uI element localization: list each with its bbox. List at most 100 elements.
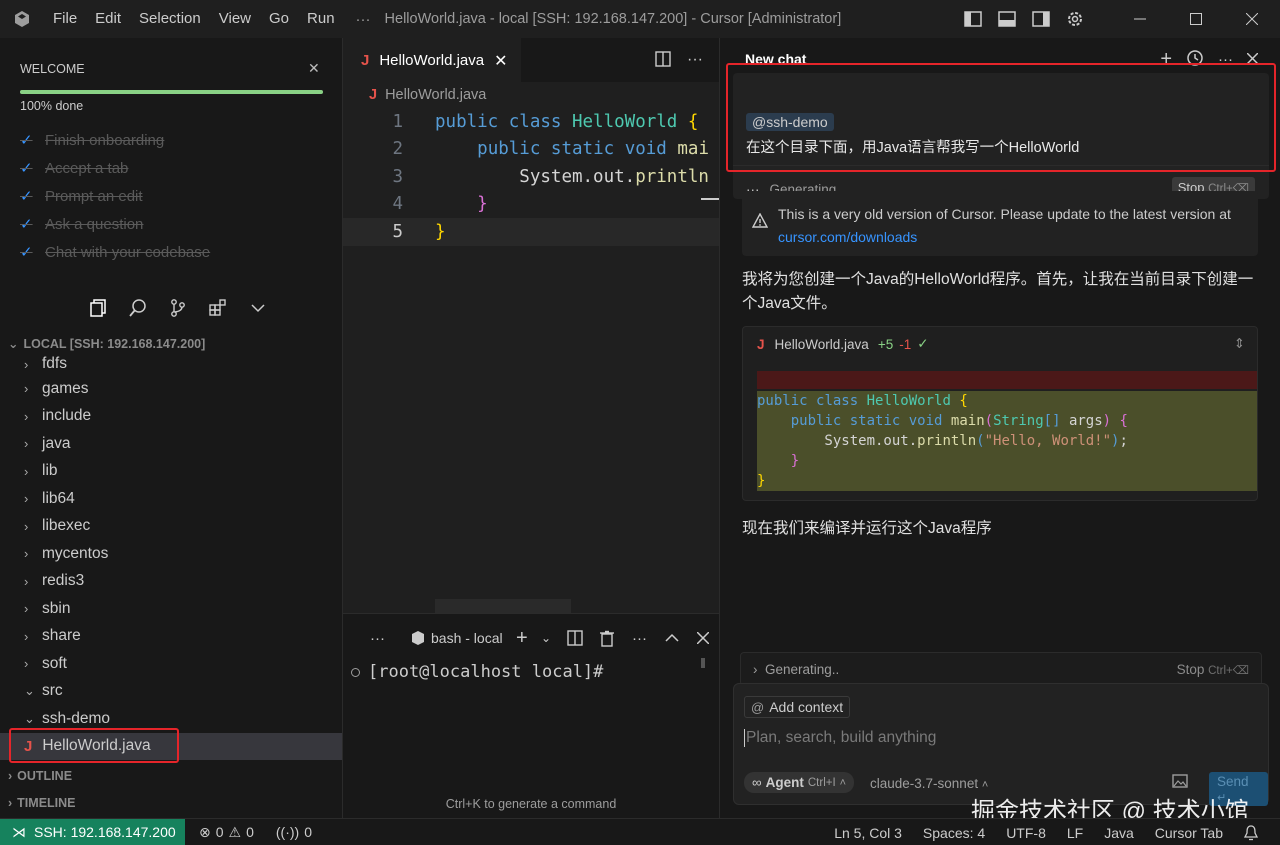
image-upload-icon[interactable] [1172, 774, 1188, 791]
diff-line: public class HelloWorld { [757, 391, 1257, 411]
breadcrumb[interactable]: J HelloWorld.java [343, 82, 719, 108]
chevron-right-icon: › [24, 573, 29, 589]
code-line[interactable]: 3 System.out.println [343, 163, 719, 191]
line-ending[interactable]: LF [1067, 825, 1083, 841]
tab-helloworld-java[interactable]: J HelloWorld.java ✕ [343, 38, 521, 82]
terminal-more-actions-icon[interactable]: ··· [632, 614, 647, 662]
indentation[interactable]: Spaces: 4 [923, 825, 985, 841]
menu-go[interactable]: Go [260, 0, 298, 38]
assistant-response: 我将为您创建一个Java的HelloWorld程序。首先，让我在当前目录下创建一… [742, 271, 1254, 312]
close-panel-icon[interactable] [697, 614, 709, 662]
welcome-step[interactable]: ✓ Chat with your codebase [20, 238, 210, 266]
split-editor-icon[interactable] [655, 50, 671, 70]
source-control-icon[interactable] [158, 290, 198, 326]
close-tab-icon[interactable]: ✕ [494, 51, 507, 71]
menu-more-button[interactable]: ··· [356, 11, 371, 28]
cursor-position[interactable]: Ln 5, Col 3 [834, 825, 902, 841]
welcome-step[interactable]: ✓ Finish onboarding [20, 126, 210, 154]
code-line[interactable]: 4 } [343, 191, 719, 219]
menu-view[interactable]: View [210, 0, 260, 38]
agent-mode-selector[interactable]: ∞ Agent Ctrl+I ˄ [744, 772, 855, 793]
toggle-panel-icon[interactable] [990, 0, 1024, 38]
welcome-close-icon[interactable]: ✕ [308, 60, 320, 77]
code-editor[interactable]: 1 public class HelloWorld {2 public stati… [343, 108, 719, 246]
folder-fdfs[interactable]: › fdfs [0, 353, 342, 375]
terminal-output[interactable]: [root@localhost local]# [351, 662, 603, 682]
encoding[interactable]: UTF-8 [1006, 825, 1046, 841]
expand-collapse-icon[interactable]: ⇕ [1234, 336, 1245, 352]
menu-file[interactable]: File [44, 0, 86, 38]
maximize-button[interactable] [1168, 0, 1224, 38]
problems-indicator[interactable]: ⊗ 0 ⚠ 0 [199, 824, 254, 841]
update-warning: This is a very old version of Cursor. Pl… [742, 191, 1258, 256]
toggle-sidebar-icon[interactable] [956, 0, 990, 38]
timeline-section-header[interactable]: › TIMELINE [8, 796, 76, 810]
menu-edit[interactable]: Edit [86, 0, 130, 38]
folder-java[interactable]: › java [0, 430, 342, 458]
terminal-scrollbar[interactable] [701, 658, 705, 668]
folder-sbin[interactable]: › sbin [0, 595, 342, 623]
diff-line: } [757, 451, 1257, 471]
folder-mycentos[interactable]: › mycentos [0, 540, 342, 568]
trash-icon[interactable] [599, 614, 615, 662]
model-selector[interactable]: claude-3.7-sonnet ˄ [870, 776, 988, 791]
diff-header[interactable]: J HelloWorld.java +5 -1 ✓ ⇕ [743, 327, 1257, 361]
chevron-down-icon[interactable]: ⌄ [541, 614, 551, 662]
folder-share[interactable]: › share [0, 623, 342, 651]
gear-icon[interactable] [1058, 0, 1092, 38]
horizontal-scrollbar[interactable] [435, 599, 571, 613]
menu-selection[interactable]: Selection [130, 0, 210, 38]
add-context-button[interactable]: @ Add context [744, 696, 851, 718]
diff-line: System.out.println("Hello, World!"); [757, 431, 1257, 451]
bell-icon[interactable] [1244, 824, 1258, 841]
menu-bar: File Edit Selection View Go Run [44, 0, 344, 38]
more-actions-icon[interactable]: ··· [687, 51, 703, 69]
cursor-tab-status[interactable]: Cursor Tab [1155, 825, 1223, 841]
remote-indicator[interactable]: ⋊ SSH: 192.168.147.200 [0, 818, 185, 845]
maximize-panel-icon[interactable] [665, 614, 679, 662]
folder-src[interactable]: ⌄ src [0, 678, 342, 706]
code-line[interactable]: 2 public static void mai [343, 136, 719, 164]
split-terminal-icon[interactable] [567, 614, 583, 662]
welcome-step[interactable]: ✓ Ask a question [20, 210, 210, 238]
search-icon[interactable] [118, 290, 158, 326]
folder-lib64[interactable]: › lib64 [0, 485, 342, 513]
folder-soft[interactable]: › soft [0, 650, 342, 678]
minimize-button[interactable] [1112, 0, 1168, 38]
code-line[interactable]: 5} [343, 218, 719, 246]
welcome-step[interactable]: ✓ Prompt an edit [20, 182, 210, 210]
menu-run[interactable]: Run [298, 0, 344, 38]
outline-section-header[interactable]: › OUTLINE [8, 769, 72, 783]
check-icon: ✓ [20, 188, 33, 205]
welcome-step[interactable]: ✓ Accept a tab [20, 154, 210, 182]
toggle-secondary-sidebar-icon[interactable] [1024, 0, 1058, 38]
folder-include[interactable]: › include [0, 403, 342, 431]
check-icon: ✓ [20, 244, 33, 261]
explorer-section-header[interactable]: ⌄ LOCAL [SSH: 192.168.147.200] [8, 336, 205, 352]
generating-label[interactable]: › Generating.. [753, 662, 839, 677]
ports-indicator[interactable]: ((·)) 0 [276, 824, 312, 840]
line-number: 2 [392, 139, 403, 160]
folder-lib[interactable]: › lib [0, 458, 342, 486]
extensions-icon[interactable] [198, 290, 238, 326]
chevron-down-icon[interactable] [238, 290, 278, 326]
folder-games[interactable]: › games [0, 375, 342, 403]
terminal-tab-bash[interactable]: bash - local [411, 614, 503, 662]
explorer-icon[interactable] [78, 290, 118, 326]
terminal-toolbar: ··· bash - local + ⌄ ··· [343, 614, 719, 662]
stop-button-secondary[interactable]: Stop Ctrl+⌫ [1177, 662, 1249, 677]
chevron-right-icon: › [24, 601, 29, 617]
language-mode[interactable]: Java [1104, 825, 1134, 841]
code-line[interactable]: 1 public class HelloWorld { [343, 108, 719, 136]
new-terminal-icon[interactable]: + [516, 614, 528, 662]
download-link[interactable]: cursor.com/downloads [778, 229, 917, 245]
folder-redis3[interactable]: › redis3 [0, 568, 342, 596]
warning-icon [751, 212, 769, 231]
folder-libexec[interactable]: › libexec [0, 513, 342, 541]
chat-input[interactable]: Plan, search, build anything [744, 729, 936, 747]
terminal-more-button[interactable]: ··· [370, 614, 385, 662]
chevron-up-icon: ˄ [981, 779, 989, 791]
close-window-button[interactable] [1224, 0, 1280, 38]
code-text: public static void mai [477, 139, 709, 160]
cursor-logo-icon [0, 0, 44, 38]
